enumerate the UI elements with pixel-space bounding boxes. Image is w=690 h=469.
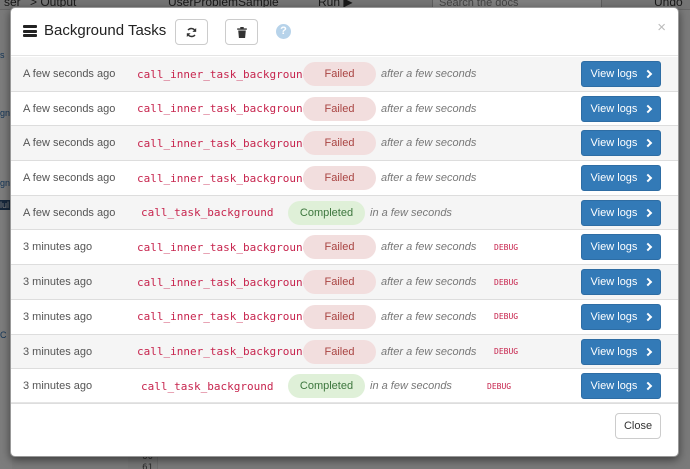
chevron-right-icon <box>644 277 653 287</box>
view-logs-button[interactable]: View logs <box>581 373 661 400</box>
view-logs-label: View logs <box>590 276 638 289</box>
task-status-badge: Failed <box>303 339 376 364</box>
task-time: 3 minutes ago <box>23 241 93 254</box>
view-logs-label: View logs <box>590 137 638 150</box>
view-logs-label: View logs <box>590 102 638 115</box>
delete-all-button[interactable] <box>225 19 258 45</box>
task-debug-flag: DEBUG <box>487 381 512 391</box>
background-tasks-modal: Background Tasks ? × A few seconds ago ca… <box>10 7 679 457</box>
task-eta: after a few seconds <box>381 172 477 185</box>
task-debug-flag: DEBUG <box>494 277 519 287</box>
view-logs-button[interactable]: View logs <box>581 130 661 157</box>
task-eta: after a few seconds <box>381 102 477 115</box>
view-logs-button[interactable]: View logs <box>581 199 661 226</box>
task-status-badge: Failed <box>303 304 376 329</box>
task-time: A few seconds ago <box>23 102 116 115</box>
task-function-name: call_task_background <box>141 379 274 393</box>
task-eta: after a few seconds <box>381 137 477 150</box>
task-row: 3 minutes ago call_task_background Complet… <box>11 369 678 404</box>
refresh-button[interactable] <box>175 19 208 45</box>
task-function-name: call_inner_task_background <box>137 136 310 150</box>
view-logs-label: View logs <box>590 68 638 80</box>
task-status-badge: Failed <box>303 270 376 295</box>
trash-icon <box>236 26 247 38</box>
task-row: A few seconds ago call_task_background Com… <box>11 195 678 231</box>
close-icon[interactable]: × <box>657 19 666 36</box>
task-time: A few seconds ago <box>23 172 116 185</box>
view-logs-button[interactable]: View logs <box>581 269 661 296</box>
chevron-right-icon <box>644 69 653 79</box>
refresh-icon <box>186 27 197 37</box>
task-debug-flag: DEBUG <box>494 312 519 322</box>
task-time: A few seconds ago <box>23 137 116 150</box>
help-icon[interactable]: ? <box>276 24 291 39</box>
task-time: 3 minutes ago <box>23 310 93 323</box>
view-logs-button[interactable]: View logs <box>581 95 661 122</box>
task-row: A few seconds ago call_inner_task_backgro… <box>11 126 678 162</box>
task-time: A few seconds ago <box>23 206 116 219</box>
task-eta: in a few seconds <box>370 380 452 393</box>
task-row: 3 minutes ago call_inner_task_background F… <box>11 299 678 335</box>
task-time: 3 minutes ago <box>23 380 93 393</box>
view-logs-button[interactable]: View logs <box>581 338 661 365</box>
chevron-right-icon <box>644 243 653 252</box>
task-eta: after a few seconds <box>381 68 477 80</box>
task-row: 3 minutes ago call_inner_task_background F… <box>11 265 678 300</box>
task-function-name: call_inner_task_background <box>137 67 310 81</box>
task-list: A few seconds ago call_inner_task_backgro… <box>11 57 678 404</box>
close-button[interactable]: Close <box>615 413 661 439</box>
task-eta: in a few seconds <box>370 206 452 219</box>
modal-header: Background Tasks ? × <box>11 8 678 56</box>
modal-title: Background Tasks <box>44 22 167 39</box>
task-function-name: call_inner_task_background <box>137 102 310 116</box>
chevron-right-icon <box>644 139 653 148</box>
task-status-badge: Failed <box>303 235 376 260</box>
view-logs-label: View logs <box>590 206 638 219</box>
task-function-name: call_inner_task_background <box>137 345 310 358</box>
chevron-right-icon <box>644 208 653 217</box>
task-row: A few seconds ago call_inner_task_backgro… <box>11 91 678 127</box>
view-logs-button[interactable]: View logs <box>581 303 661 330</box>
task-status-badge: Failed <box>303 96 376 121</box>
task-eta: after a few seconds <box>381 345 477 358</box>
task-function-name: call_inner_task_background <box>137 275 310 289</box>
task-status-badge: Completed <box>288 200 365 225</box>
view-logs-label: View logs <box>590 241 638 254</box>
view-logs-label: View logs <box>590 345 638 358</box>
task-function-name: call_inner_task_background <box>137 310 310 324</box>
task-status-badge: Failed <box>303 131 376 156</box>
task-function-name: call_task_background <box>141 206 274 220</box>
view-logs-button[interactable]: View logs <box>581 61 661 87</box>
task-row: 3 minutes ago call_inner_task_background F… <box>11 230 678 266</box>
view-logs-button[interactable]: View logs <box>581 165 661 192</box>
task-function-name: call_inner_task_background <box>137 240 310 254</box>
view-logs-label: View logs <box>590 310 638 323</box>
view-logs-label: View logs <box>590 380 638 393</box>
modal-footer: Close <box>11 402 678 456</box>
chevron-right-icon <box>644 104 653 113</box>
task-row: 3 minutes ago call_inner_task_background F… <box>11 334 678 370</box>
view-logs-button[interactable]: View logs <box>581 234 661 261</box>
task-status-badge: Completed <box>288 374 365 399</box>
task-time: A few seconds ago <box>23 68 116 80</box>
task-row: A few seconds ago call_inner_task_backgro… <box>11 161 678 196</box>
task-function-name: call_inner_task_background <box>137 171 310 185</box>
task-time: 3 minutes ago <box>23 276 93 289</box>
task-status-badge: Failed <box>303 62 376 86</box>
chevron-right-icon <box>644 173 653 183</box>
task-status-badge: Failed <box>303 166 376 191</box>
view-logs-label: View logs <box>590 172 638 185</box>
tasks-list-icon <box>23 25 37 37</box>
chevron-right-icon <box>644 347 653 356</box>
task-debug-flag: DEBUG <box>494 242 519 252</box>
chevron-right-icon <box>644 381 653 391</box>
task-debug-flag: DEBUG <box>494 347 519 356</box>
chevron-right-icon <box>644 312 653 322</box>
task-eta: after a few seconds <box>381 310 477 323</box>
task-eta: after a few seconds <box>381 276 477 289</box>
task-time: 3 minutes ago <box>23 345 93 358</box>
task-row: A few seconds ago call_inner_task_backgro… <box>11 57 678 92</box>
task-eta: after a few seconds <box>381 241 477 254</box>
